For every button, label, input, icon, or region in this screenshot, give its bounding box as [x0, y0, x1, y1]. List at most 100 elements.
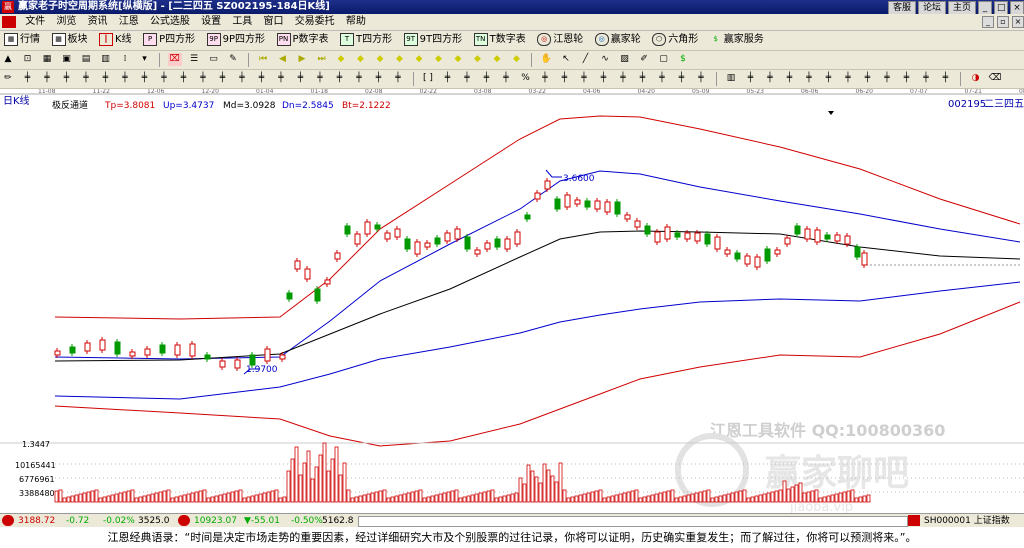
line-tool-icon[interactable]: ╪ — [802, 72, 816, 85]
line-tool-icon[interactable]: ╪ — [313, 72, 327, 85]
line-tool-icon[interactable]: ╪ — [391, 72, 405, 85]
toolbar-gann-wheel-button[interactable]: ◎ 江恩轮 — [533, 31, 587, 48]
line-tool-icon[interactable]: ╪ — [499, 72, 513, 85]
first-icon[interactable]: ⏮ — [256, 53, 270, 66]
line-tool-icon[interactable]: ╪ — [196, 72, 210, 85]
line-tool-icon[interactable]: ╪ — [577, 72, 591, 85]
menu-settings[interactable]: 设置 — [197, 14, 225, 30]
toolbar-sector-button[interactable]: ▦ 板块 — [48, 31, 92, 48]
line-tool-icon[interactable]: ╪ — [783, 72, 797, 85]
forum-link[interactable]: 论坛 — [917, 1, 946, 15]
color-icon[interactable]: ◑ — [969, 72, 983, 85]
menu-file[interactable]: 文件 — [21, 14, 49, 30]
next-icon[interactable]: ▶ — [295, 53, 309, 66]
diamond-icon[interactable]: ◆ — [510, 53, 524, 66]
line-tool-icon[interactable]: ╪ — [538, 72, 552, 85]
line-tool-icon[interactable]: ╪ — [558, 72, 572, 85]
index-selector[interactable]: SH000001 上证指数 — [924, 514, 1010, 528]
line-tool-icon[interactable]: ╪ — [675, 72, 689, 85]
line-tool-icon[interactable]: ╪ — [138, 72, 152, 85]
menu-help[interactable]: 帮助 — [342, 14, 370, 30]
toolbar-9p-square-button[interactable]: 9P 9P四方形 — [203, 31, 269, 48]
toolbar-t-number-button[interactable]: TN T数字表 — [470, 31, 530, 48]
sz-market-icon[interactable] — [178, 515, 190, 526]
line-tool-icon[interactable]: ╪ — [60, 72, 74, 85]
homepage-link[interactable]: 主页 — [947, 1, 976, 15]
line-tool-icon[interactable]: ╪ — [255, 72, 269, 85]
table-icon[interactable]: ▥ — [99, 53, 113, 66]
line-tool-icon[interactable]: ╪ — [157, 72, 171, 85]
percent-icon[interactable]: % — [519, 72, 533, 85]
line-tool-icon[interactable]: ╪ — [616, 72, 630, 85]
line-tool-icon[interactable]: ╪ — [597, 72, 611, 85]
toolbar-t-square-button[interactable]: T T四方形 — [336, 31, 396, 48]
edit-icon[interactable]: ✎ — [226, 53, 240, 66]
diamond-icon[interactable]: ◆ — [471, 53, 485, 66]
toolbar-p-square-button[interactable]: P P四方形 — [139, 31, 199, 48]
line-tool-icon[interactable]: ╪ — [372, 72, 386, 85]
diamond-icon[interactable]: ◆ — [354, 53, 368, 66]
line-tool-icon[interactable]: ╪ — [79, 72, 93, 85]
grid-icon[interactable]: ▦ — [40, 53, 54, 66]
zoom-icon[interactable]: ⊡ — [21, 53, 35, 66]
diamond-icon[interactable]: ◆ — [412, 53, 426, 66]
line-tool-icon[interactable]: ╪ — [861, 72, 875, 85]
line-tool-icon[interactable]: ╪ — [99, 72, 113, 85]
layout-icon[interactable]: ▣ — [60, 53, 74, 66]
hand-icon[interactable]: ✋ — [540, 53, 554, 66]
pencil-icon[interactable]: ✏ — [1, 72, 15, 85]
close-icon[interactable]: × — [1010, 1, 1024, 15]
toolbar-9t-square-button[interactable]: 9T 9T四方形 — [400, 31, 466, 48]
minimize-icon[interactable]: _ — [978, 1, 992, 15]
index-icon[interactable] — [908, 515, 920, 526]
line-tool-icon[interactable]: ╪ — [744, 72, 758, 85]
menu-gann[interactable]: 江恩 — [115, 14, 143, 30]
menu-formula[interactable]: 公式选股 — [146, 14, 194, 30]
dropdown-icon[interactable]: ▾ — [138, 53, 152, 66]
prev-icon[interactable]: ◀ — [276, 53, 290, 66]
toolbar-p-number-button[interactable]: PN P数字表 — [273, 31, 333, 48]
line-tool-icon[interactable]: ╪ — [441, 72, 455, 85]
market-icon[interactable] — [2, 515, 14, 526]
screen-icon[interactable]: ▭ — [207, 53, 221, 66]
line-tool-icon[interactable]: ╪ — [235, 72, 249, 85]
last-icon[interactable]: ⏭ — [315, 53, 329, 66]
line-tool-icon[interactable]: ╪ — [880, 72, 894, 85]
list-icon[interactable]: ☰ — [187, 53, 201, 66]
diamond-icon[interactable]: ◆ — [490, 53, 504, 66]
menu-tools[interactable]: 工具 — [228, 14, 256, 30]
toolbar-winner-wheel-button[interactable]: ◎ 赢家轮 — [591, 31, 645, 48]
line-tool-icon[interactable]: ╪ — [939, 72, 953, 85]
maximize-icon[interactable]: □ — [994, 1, 1008, 15]
line-tool-icon[interactable]: ╪ — [118, 72, 132, 85]
dollar-icon[interactable]: $ — [676, 53, 690, 66]
kline-chart-panel[interactable]: 11-08 11-22 12-06 12-20 01-04 01-18 02-08 02-22… — [0, 88, 1024, 515]
line-tool-icon[interactable]: ╪ — [822, 72, 836, 85]
line-tool-icon[interactable]: ╪ — [21, 72, 35, 85]
kline-chart[interactable]: 11-08 11-22 12-06 12-20 01-04 01-18 02-08 02-22… — [0, 88, 1024, 515]
diamond-icon[interactable]: ◆ — [432, 53, 446, 66]
line-tool-icon[interactable]: ╪ — [763, 72, 777, 85]
mdi-close-icon[interactable]: × — [1012, 16, 1024, 28]
line-tool-icon[interactable]: ╪ — [352, 72, 366, 85]
diamond-icon[interactable]: ◆ — [393, 53, 407, 66]
line-tool-icon[interactable]: ╪ — [900, 72, 914, 85]
line-tool-icon[interactable]: ╪ — [919, 72, 933, 85]
menu-news[interactable]: 资讯 — [84, 14, 112, 30]
cursor-icon[interactable]: ↖ — [559, 53, 573, 66]
line-tool-icon[interactable]: ╪ — [460, 72, 474, 85]
menu-window[interactable]: 窗口 — [260, 14, 288, 30]
diamond-icon[interactable]: ◆ — [334, 53, 348, 66]
toolbar-hexagon-button[interactable]: ⬡ 六角形 — [648, 31, 702, 48]
line-tool-icon[interactable]: ╪ — [274, 72, 288, 85]
diamond-icon[interactable]: ◆ — [451, 53, 465, 66]
cut-icon[interactable]: ⌧ — [167, 53, 182, 66]
square-icon[interactable]: ▢ — [657, 53, 671, 66]
arrow-up-icon[interactable]: ▲ — [1, 53, 15, 66]
line-tool-icon[interactable]: ╪ — [636, 72, 650, 85]
pencil-icon[interactable]: ✐ — [637, 53, 651, 66]
line-tool-icon[interactable]: ╪ — [655, 72, 669, 85]
num-icon[interactable]: ⁞ — [118, 53, 132, 66]
curve-icon[interactable]: ∿ — [598, 53, 612, 66]
menu-trade[interactable]: 交易委托 — [291, 14, 339, 30]
